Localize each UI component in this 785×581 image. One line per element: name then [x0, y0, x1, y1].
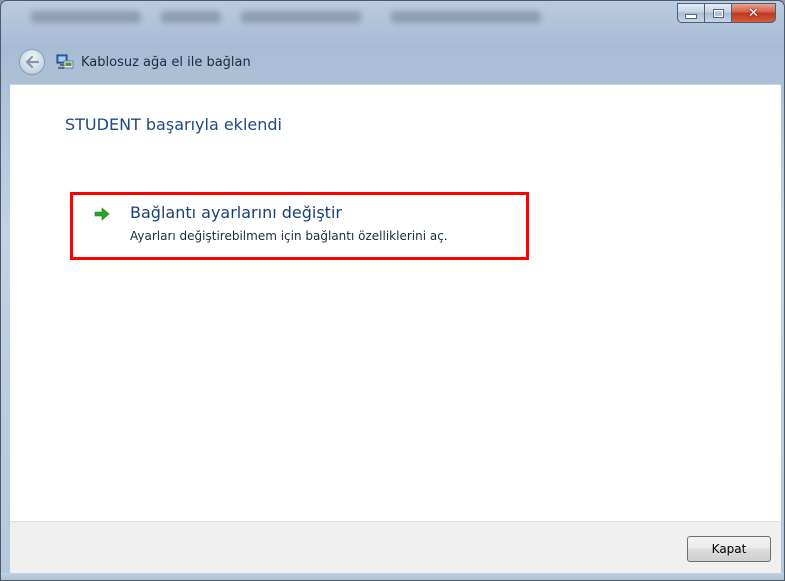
task-link-description: Ayarları değiştirebilmem için bağlantı ö… [130, 229, 448, 243]
minimize-icon [685, 13, 697, 19]
content-area: STUDENT başarıyla eklendi Bağlantı ayarl… [10, 84, 781, 522]
back-arrow-icon [25, 56, 39, 68]
window-close-button[interactable]: ✕ [731, 3, 776, 23]
back-button[interactable] [19, 49, 45, 75]
close-icon: ✕ [748, 5, 759, 21]
window-bottom-border [1, 573, 784, 580]
network-computer-icon [55, 52, 75, 72]
maximize-button[interactable] [704, 3, 731, 23]
dialog-footer: Kapat [10, 521, 781, 574]
close-button[interactable]: Kapat [687, 536, 771, 562]
green-arrow-icon [94, 207, 110, 221]
maximize-icon [712, 8, 724, 18]
minimize-button[interactable] [677, 3, 704, 23]
caption-buttons: ✕ [677, 3, 776, 25]
dialog-window: ✕ Kablosuz ağa el ile bağlan STUDENT baş… [0, 0, 785, 581]
page-title: STUDENT başarıyla eklendi [65, 115, 282, 134]
navigation-bar: Kablosuz ağa el ile bağlan [9, 41, 778, 83]
blurred-title-bar [11, 7, 571, 29]
task-link-title: Bağlantı ayarlarını değiştir [130, 203, 342, 222]
window-title: Kablosuz ağa el ile bağlan [81, 54, 251, 70]
